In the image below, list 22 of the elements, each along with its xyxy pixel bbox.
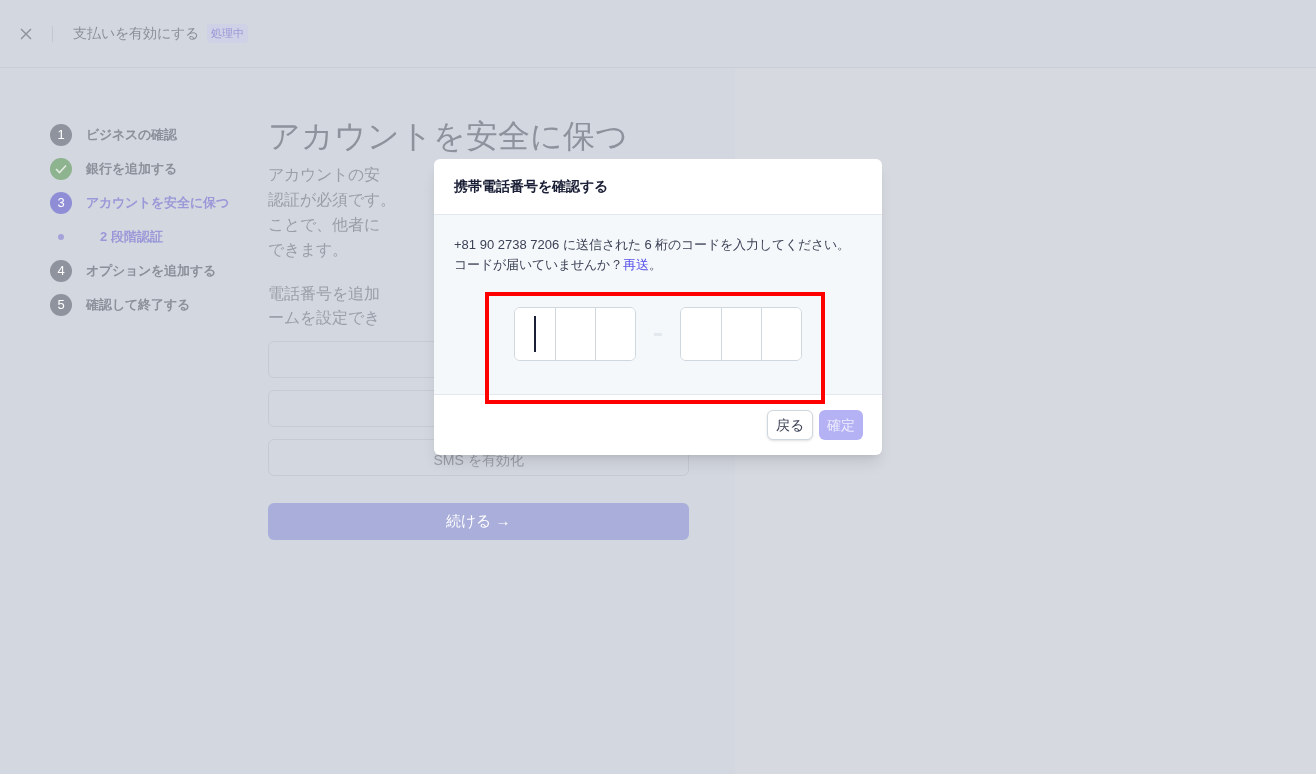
continue-button[interactable]: 続ける → [268, 503, 689, 540]
step-number: 4 [50, 260, 72, 282]
heading: アカウントを安全に保つ [268, 117, 629, 156]
dialog-message: +81 90 2738 7206 に送信された 6 桁のコードを入力してください。 [454, 236, 852, 254]
back-button[interactable]: 戻る [767, 410, 813, 440]
paragraph-line: アカウントの安 [268, 165, 380, 185]
resend-link[interactable]: 再送 [623, 257, 649, 272]
step-number: 5 [50, 294, 72, 316]
step-number: 3 [50, 192, 72, 214]
step-label[interactable]: オプションを追加する [86, 261, 216, 281]
check-icon [50, 158, 72, 180]
step-label[interactable]: アカウントを安全に保つ [86, 193, 229, 213]
resend-text: コードが届いていませんか？再送。 [454, 256, 663, 274]
step-label[interactable]: ビジネスの確認 [86, 125, 177, 145]
paragraph-line: できます。 [268, 240, 348, 260]
step-number: 1 [50, 124, 72, 146]
page-title: 支払いを有効にする [73, 24, 199, 43]
paragraph-line: ことで、他者に [268, 215, 380, 235]
step-label[interactable]: 確認して終了する [86, 295, 190, 315]
step-label[interactable]: 2 段階認証 [100, 227, 163, 247]
step-label[interactable]: 銀行を追加する [86, 159, 177, 179]
close-button[interactable] [19, 26, 33, 41]
